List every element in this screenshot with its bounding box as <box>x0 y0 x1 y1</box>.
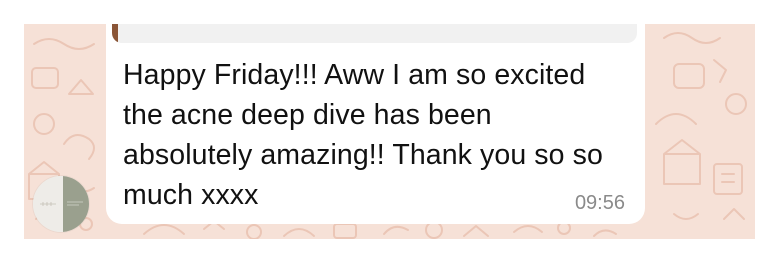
message-text: Happy Friday!!! Aww I am so excited the … <box>123 59 611 211</box>
message-bubble[interactable]: Happy Friday!!! Aww I am so excited the … <box>106 24 645 224</box>
quoted-reply-accent-bar <box>112 24 118 43</box>
quoted-reply-preview[interactable] <box>112 24 637 43</box>
sender-avatar[interactable] <box>33 176 89 232</box>
chat-screenshot: Happy Friday!!! Aww I am so excited the … <box>0 0 779 263</box>
message-timestamp: 09:56 <box>574 192 625 214</box>
brand-logo-avatar-icon <box>40 201 83 206</box>
